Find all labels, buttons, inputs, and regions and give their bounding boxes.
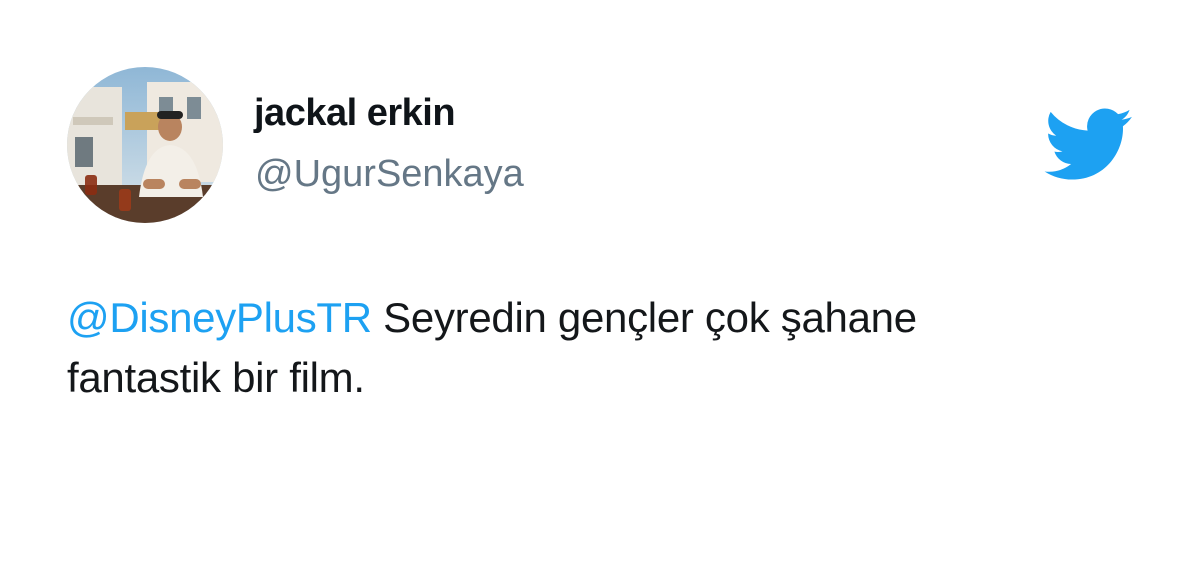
profile-photo xyxy=(67,67,223,223)
user-handle[interactable]: @UgurSenkaya xyxy=(255,153,524,196)
tweet-text-line-1: Seyredin gençler çok şahane xyxy=(371,294,917,341)
tweet-card: jackal erkin @UgurSenkaya @DisneyPlusTR … xyxy=(0,0,1200,585)
twitter-bird-icon[interactable] xyxy=(1044,108,1134,182)
avatar[interactable] xyxy=(67,67,223,223)
tweet-body: @DisneyPlusTR Seyredin gençler çok şahan… xyxy=(67,288,1127,408)
tweet-text-line-2: fantastik bir film. xyxy=(67,354,365,401)
mention-link[interactable]: @DisneyPlusTR xyxy=(67,294,372,341)
display-name[interactable]: jackal erkin xyxy=(254,92,456,135)
